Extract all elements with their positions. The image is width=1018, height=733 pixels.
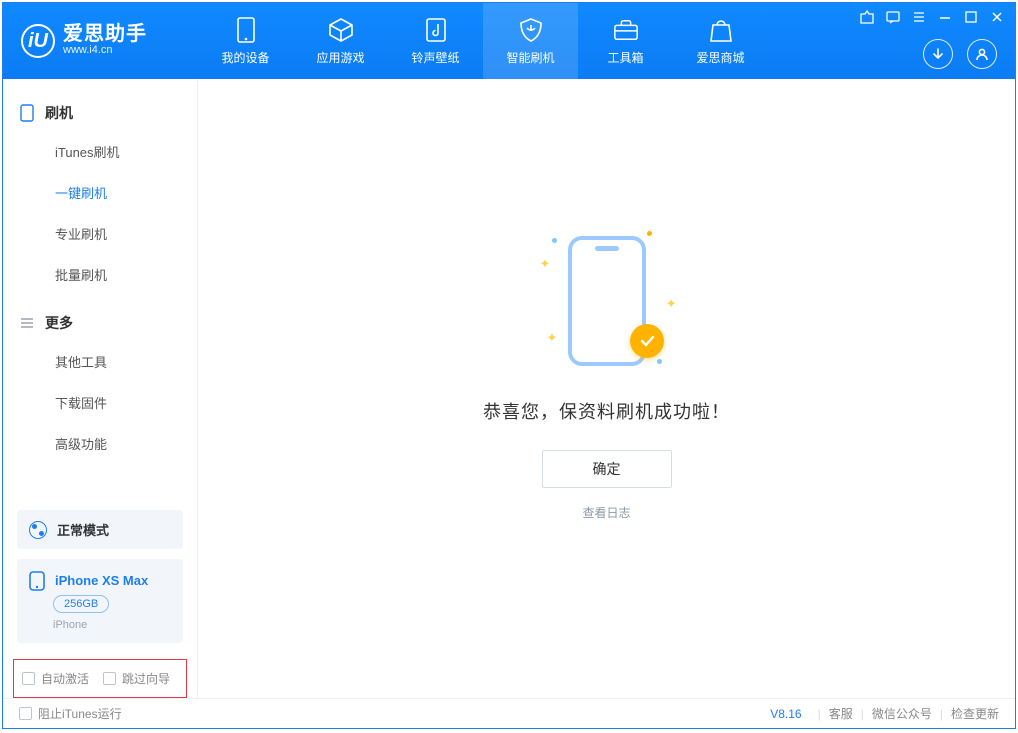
checkbox-icon: [22, 672, 35, 685]
device-box[interactable]: iPhone XS Max 256GB iPhone: [17, 559, 183, 643]
sidebar-item-one-click-flash[interactable]: 一键刷机: [3, 172, 197, 213]
theme-icon[interactable]: [859, 9, 875, 25]
link-support[interactable]: 客服: [829, 705, 853, 722]
checkbox-block-itunes[interactable]: 阻止iTunes运行: [19, 705, 122, 722]
checkbox-skip-guide[interactable]: 跳过向导: [103, 670, 170, 687]
sidebar-scroll: 刷机 iTunes刷机 一键刷机 专业刷机 批量刷机 更多 其他工具 下载固件 …: [3, 79, 197, 500]
top-nav: 我的设备 应用游戏 铃声壁纸 智能刷机 工具箱 爱思商城: [198, 3, 768, 79]
close-button[interactable]: [989, 9, 1005, 25]
toolbox-icon: [613, 17, 639, 43]
logo-icon: iU: [21, 24, 55, 58]
sidebar-item-advanced[interactable]: 高级功能: [3, 423, 197, 464]
menu-icon[interactable]: [911, 9, 927, 25]
checkbox-auto-activate[interactable]: 自动激活: [22, 670, 89, 687]
device-icon: [233, 17, 259, 43]
device-subtype: iPhone: [53, 619, 171, 631]
app-name-cn: 爱思助手: [63, 24, 147, 44]
header: iU 爱思助手 www.i4.cn 我的设备 应用游戏 铃声壁纸 智能刷机: [3, 3, 1015, 79]
device-storage-badge: 256GB: [53, 595, 109, 613]
header-circle-buttons: [923, 39, 997, 69]
app-window: iU 爱思助手 www.i4.cn 我的设备 应用游戏 铃声壁纸 智能刷机: [2, 2, 1016, 729]
checkmark-badge-icon: [630, 324, 664, 358]
main-content: ✦✦✦ 恭喜您，保资料刷机成功啦！ 确定 查看日志: [198, 79, 1015, 698]
user-button[interactable]: [967, 39, 997, 69]
mode-label: 正常模式: [57, 520, 109, 539]
cube-icon: [328, 17, 354, 43]
success-title: 恭喜您，保资料刷机成功啦！: [483, 398, 730, 424]
download-button[interactable]: [923, 39, 953, 69]
maximize-button[interactable]: [963, 9, 979, 25]
shield-icon: [518, 17, 544, 43]
version-label: V8.16: [770, 707, 801, 721]
nav-smart-flash[interactable]: 智能刷机: [483, 3, 578, 79]
nav-store[interactable]: 爱思商城: [673, 3, 768, 79]
nav-toolbox[interactable]: 工具箱: [578, 3, 673, 79]
mode-box[interactable]: 正常模式: [17, 510, 183, 549]
sidebar-item-other-tools[interactable]: 其他工具: [3, 341, 197, 382]
device-block: 正常模式 iPhone XS Max 256GB iPhone: [3, 500, 197, 653]
link-wechat[interactable]: 微信公众号: [872, 705, 932, 722]
success-illustration: ✦✦✦: [522, 226, 692, 376]
view-log-link[interactable]: 查看日志: [582, 504, 630, 521]
list-icon: [19, 315, 35, 331]
window-controls: [859, 9, 1005, 25]
checkbox-icon: [103, 672, 116, 685]
checkbox-icon: [19, 707, 32, 720]
minimize-button[interactable]: [937, 9, 953, 25]
logo-block[interactable]: iU 爱思助手 www.i4.cn: [3, 24, 198, 58]
nav-ringtone-wallpaper[interactable]: 铃声壁纸: [388, 3, 483, 79]
body: 刷机 iTunes刷机 一键刷机 专业刷机 批量刷机 更多 其他工具 下载固件 …: [3, 79, 1015, 698]
bag-icon: [708, 17, 734, 43]
sidebar-group-more[interactable]: 更多: [3, 305, 197, 341]
feedback-icon[interactable]: [885, 9, 901, 25]
sidebar: 刷机 iTunes刷机 一键刷机 专业刷机 批量刷机 更多 其他工具 下载固件 …: [3, 79, 198, 698]
music-icon: [423, 17, 449, 43]
mode-icon: [29, 521, 47, 539]
statusbar-right: V8.16 | 客服 | 微信公众号 | 检查更新: [770, 705, 999, 722]
nav-my-device[interactable]: 我的设备: [198, 3, 293, 79]
ok-button[interactable]: 确定: [542, 450, 672, 488]
sidebar-item-itunes-flash[interactable]: iTunes刷机: [3, 131, 197, 172]
sidebar-item-download-firmware[interactable]: 下载固件: [3, 382, 197, 423]
checkbox-bar: 自动激活 跳过向导: [13, 659, 187, 698]
sidebar-item-pro-flash[interactable]: 专业刷机: [3, 213, 197, 254]
logo-text: 爱思助手 www.i4.cn: [63, 24, 147, 57]
nav-apps-games[interactable]: 应用游戏: [293, 3, 388, 79]
phone-outline-icon: [19, 105, 35, 121]
link-check-update[interactable]: 检查更新: [951, 705, 999, 722]
phone-icon: [29, 571, 47, 589]
sidebar-item-batch-flash[interactable]: 批量刷机: [3, 254, 197, 295]
device-name: iPhone XS Max: [55, 573, 148, 588]
app-name-en: www.i4.cn: [63, 44, 147, 57]
sidebar-group-flash[interactable]: 刷机: [3, 95, 197, 131]
statusbar: 阻止iTunes运行 V8.16 | 客服 | 微信公众号 | 检查更新: [3, 698, 1015, 728]
